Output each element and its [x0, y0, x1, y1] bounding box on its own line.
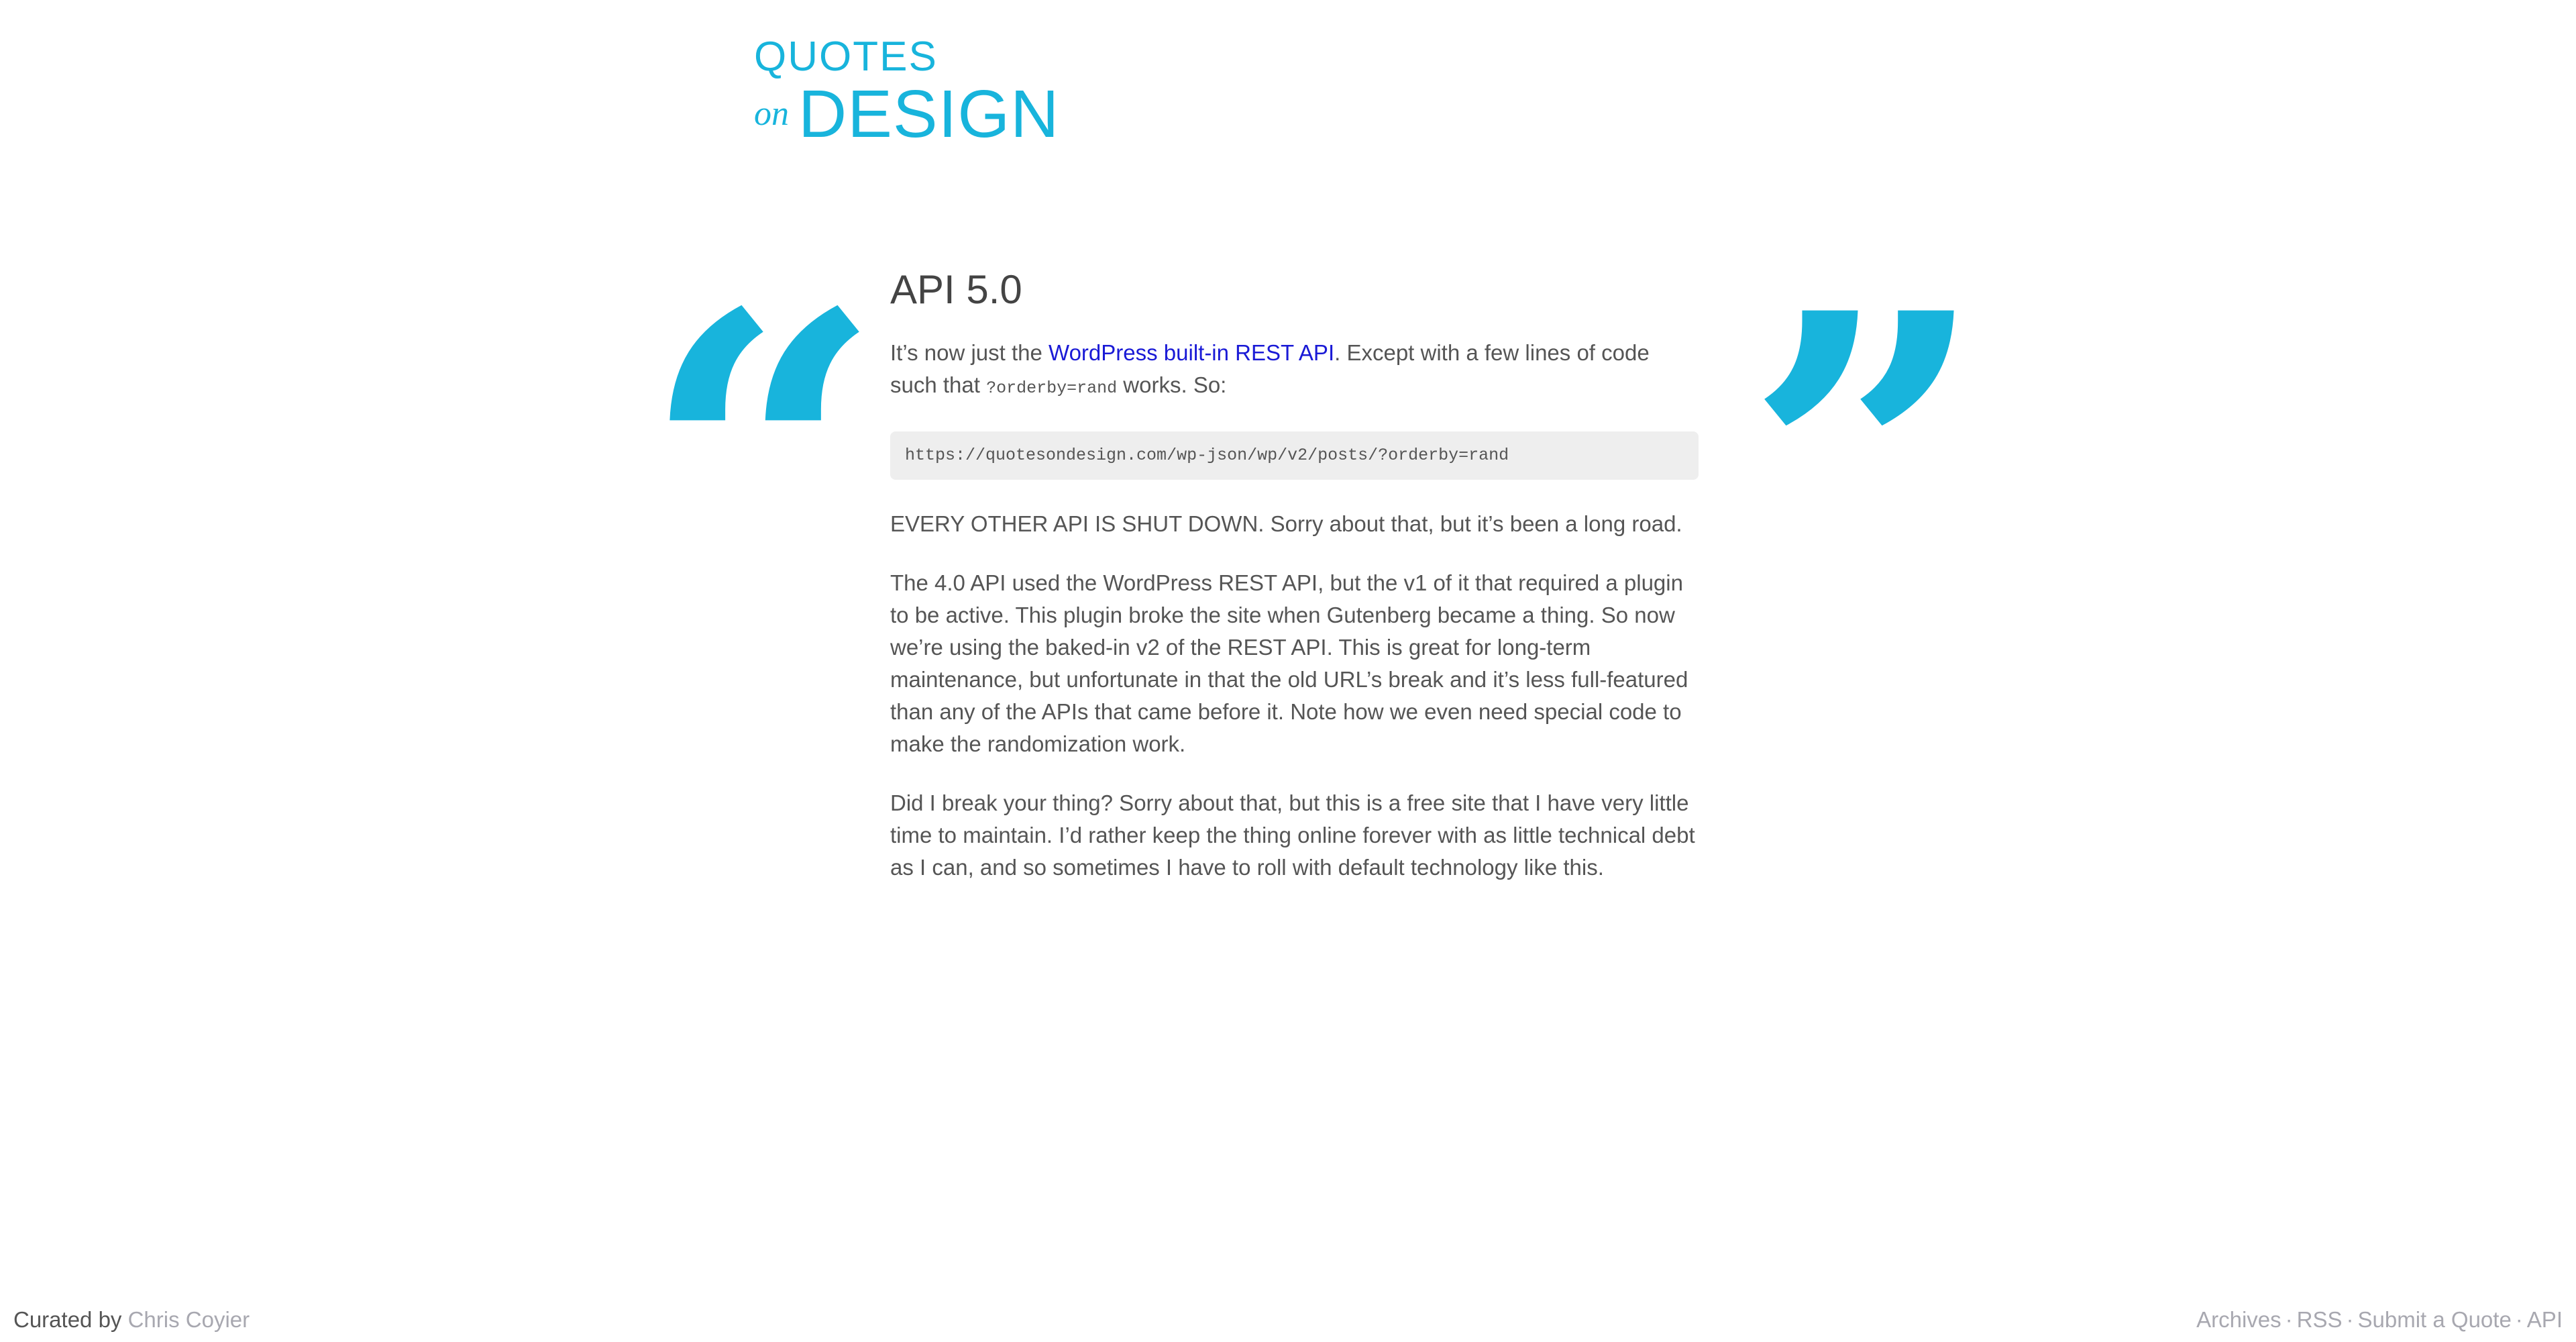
post-content: API 5.0 It’s now just the WordPress buil… — [890, 266, 1699, 911]
footer-nav: Archives · RSS · Submit a Quote · API — [2196, 1308, 2563, 1331]
footer-link-submit-quote[interactable]: Submit a Quote — [2358, 1307, 2512, 1332]
footer-separator: · — [2515, 1307, 2523, 1332]
footer-link-archives[interactable]: Archives — [2196, 1307, 2282, 1332]
logo-second-line: on DESIGN — [754, 81, 1059, 148]
api-history-paragraph: The 4.0 API used the WordPress REST API,… — [890, 570, 1688, 756]
orderby-inline-code: ?orderby=rand — [986, 378, 1118, 398]
intro-text-before: It’s now just the — [890, 340, 1049, 365]
post-title: API 5.0 — [890, 267, 1022, 312]
close-quote-icon: ” — [1744, 226, 1988, 699]
intro-text-after: works. So: — [1117, 372, 1227, 397]
logo-design-text: DESIGN — [798, 76, 1060, 152]
author-link[interactable]: Chris Coyier — [128, 1307, 250, 1332]
apology-paragraph: Did I break your thing? Sorry about that… — [890, 790, 1695, 880]
logo-quotes-text: QUOTES — [754, 34, 938, 80]
footer-separator: · — [2285, 1307, 2293, 1332]
footer-link-api[interactable]: API — [2527, 1307, 2563, 1332]
site-logo[interactable]: QUOTES on DESIGN — [754, 36, 1059, 148]
logo-on-text: on — [754, 95, 789, 133]
intro-paragraph: It’s now just the WordPress built-in RES… — [890, 337, 1699, 405]
open-quote-icon: “ — [641, 226, 884, 699]
curated-by: Curated by Chris Coyier — [13, 1308, 250, 1331]
shutdown-paragraph: EVERY OTHER API IS SHUT DOWN. Sorry abou… — [890, 511, 1682, 536]
footer-link-rss[interactable]: RSS — [2297, 1307, 2343, 1332]
api-url-code-block: https://quotesondesign.com/wp-json/wp/v2… — [890, 431, 1699, 480]
curated-by-label: Curated by — [13, 1307, 128, 1332]
rest-api-link[interactable]: WordPress built-in REST API — [1049, 340, 1334, 365]
footer-separator: · — [2346, 1307, 2354, 1332]
